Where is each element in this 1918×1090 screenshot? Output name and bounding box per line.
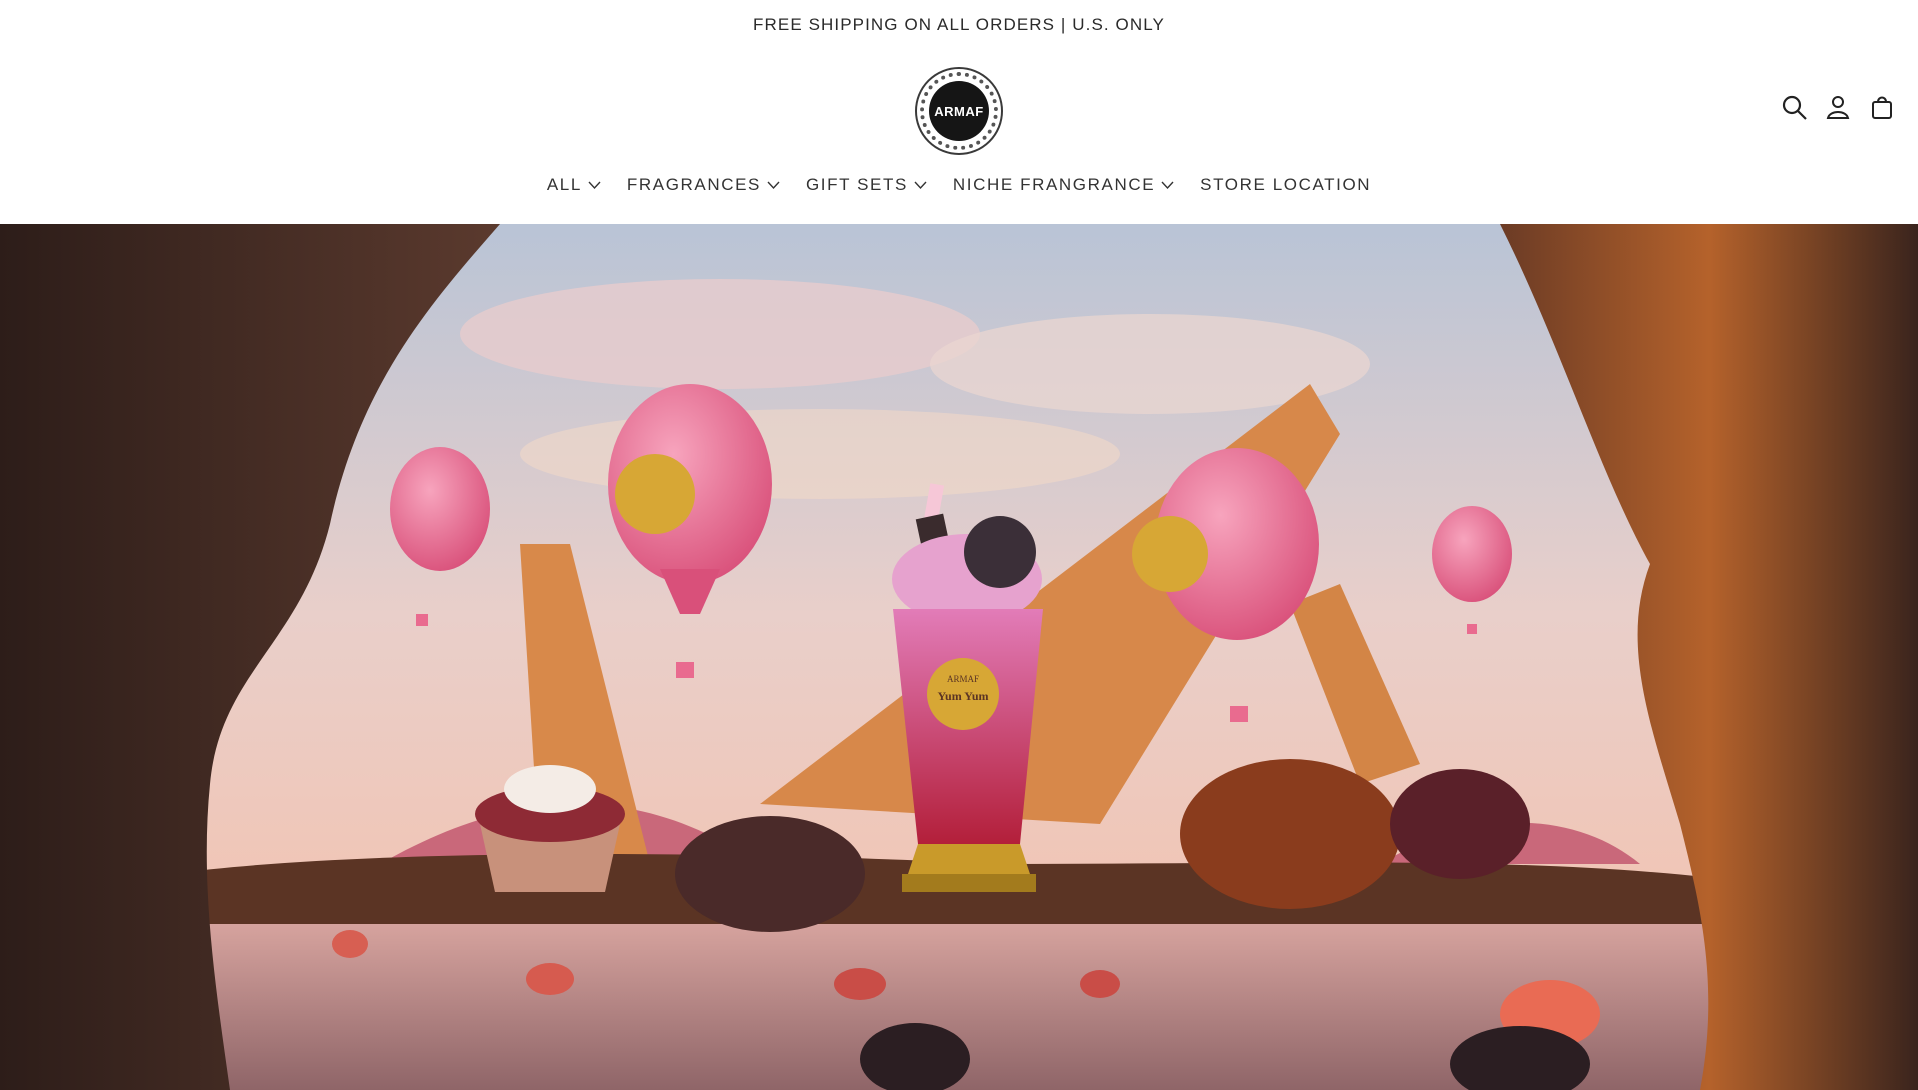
main-nav: ALL FRAGRANCES GIFT SETS NICHE FRANGRANC… (0, 175, 1918, 195)
nav-gift-sets[interactable]: GIFT SETS (806, 175, 927, 195)
nav-fragrances[interactable]: FRAGRANCES (627, 175, 780, 195)
chocolate-bonbon (1390, 769, 1530, 879)
hero-illustration: ARMAF Yum Yum (0, 224, 1918, 1090)
header-icons (1780, 93, 1896, 121)
chevron-down-icon (1161, 181, 1174, 189)
announcement-bar: FREE SHIPPING ON ALL ORDERS | U.S. ONLY (0, 0, 1918, 50)
nav-niche-label: NICHE FRANGRANCE (952, 175, 1156, 194)
brand-logo[interactable]: ARMAF (915, 67, 1003, 155)
hero-banner[interactable]: ARMAF Yum Yum (0, 224, 1918, 1090)
nav-fragrances-label: FRAGRANCES (626, 175, 761, 194)
nav-store-location-label: STORE LOCATION (1200, 175, 1372, 194)
nav-gift-sets-label: GIFT SETS (805, 175, 908, 194)
berry (332, 930, 368, 958)
chocolate-dome (675, 816, 865, 932)
cloud (460, 279, 980, 389)
bottle-brand: ARMAF (947, 674, 979, 684)
logo-text: ARMAF (929, 81, 989, 141)
nav-store-location[interactable]: STORE LOCATION (1200, 175, 1371, 195)
announcement-text: FREE SHIPPING ON ALL ORDERS | U.S. ONLY (753, 15, 1165, 34)
chevron-down-icon (588, 181, 601, 189)
bottle-name: Yum Yum (937, 689, 988, 703)
nav-niche-fragrance[interactable]: NICHE FRANGRANCE (953, 175, 1174, 195)
account-icon[interactable] (1824, 93, 1852, 121)
berry (834, 968, 886, 1000)
nut-truffle (1180, 759, 1400, 909)
logo-ring: ARMAF (920, 72, 998, 150)
berry (526, 963, 574, 995)
chevron-down-icon (914, 181, 927, 189)
chevron-down-icon (767, 181, 780, 189)
cart-icon[interactable] (1868, 93, 1896, 121)
berry (1080, 970, 1120, 998)
nav-all[interactable]: ALL (547, 175, 601, 195)
nav-all-label: ALL (546, 175, 582, 194)
search-icon[interactable] (1780, 93, 1808, 121)
site-header: ARMAF (0, 50, 1918, 172)
